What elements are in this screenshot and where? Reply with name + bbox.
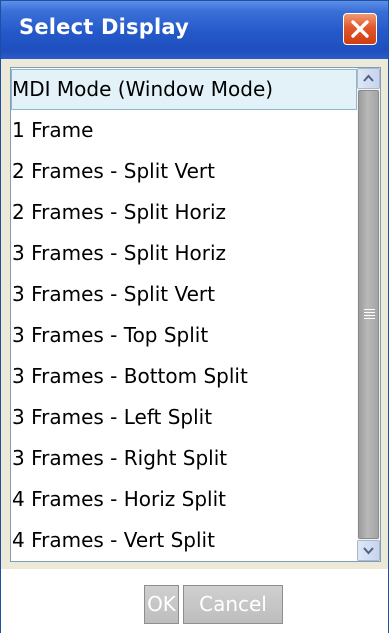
close-icon: [351, 20, 369, 38]
list-item[interactable]: 3 Frames - Right Split: [11, 438, 357, 479]
ok-button[interactable]: OK: [144, 585, 179, 624]
list-item[interactable]: 2 Frames - Split Vert: [11, 151, 357, 192]
list-item[interactable]: 1 Frame: [11, 110, 357, 151]
list-item[interactable]: 3 Frames - Left Split: [11, 397, 357, 438]
list-item[interactable]: 3 Frames - Split Vert: [11, 274, 357, 315]
title-bar[interactable]: Select Display: [1, 1, 388, 59]
list-item[interactable]: MDI Mode (Window Mode): [11, 69, 357, 110]
vertical-scrollbar[interactable]: [357, 68, 380, 561]
button-bar: OK Cancel: [1, 569, 388, 633]
display-mode-listbox[interactable]: MDI Mode (Window Mode) 1 Frame 2 Frames …: [10, 67, 381, 562]
arrow-down-icon: [363, 547, 374, 555]
list-item[interactable]: 3 Frames - Bottom Split: [11, 356, 357, 397]
list-item[interactable]: 3 Frames - Split Horiz: [11, 233, 357, 274]
cancel-button[interactable]: Cancel: [183, 585, 283, 624]
scroll-up-button[interactable]: [357, 68, 380, 89]
arrow-up-icon: [363, 74, 374, 82]
list-items: MDI Mode (Window Mode) 1 Frame 2 Frames …: [11, 68, 357, 561]
list-item[interactable]: 2 Frames - Split Horiz: [11, 192, 357, 233]
list-item[interactable]: 4 Frames - Horiz Split: [11, 479, 357, 520]
window-title: Select Display: [19, 15, 189, 39]
scrollbar-thumb[interactable]: [358, 90, 379, 539]
list-item[interactable]: 3 Frames - Top Split: [11, 315, 357, 356]
select-display-dialog: Select Display MDI Mode (Window Mode) 1 …: [0, 0, 389, 633]
scroll-down-button[interactable]: [357, 540, 380, 561]
list-item[interactable]: 4 Frames - Vert Split: [11, 520, 357, 561]
close-button[interactable]: [343, 13, 377, 45]
